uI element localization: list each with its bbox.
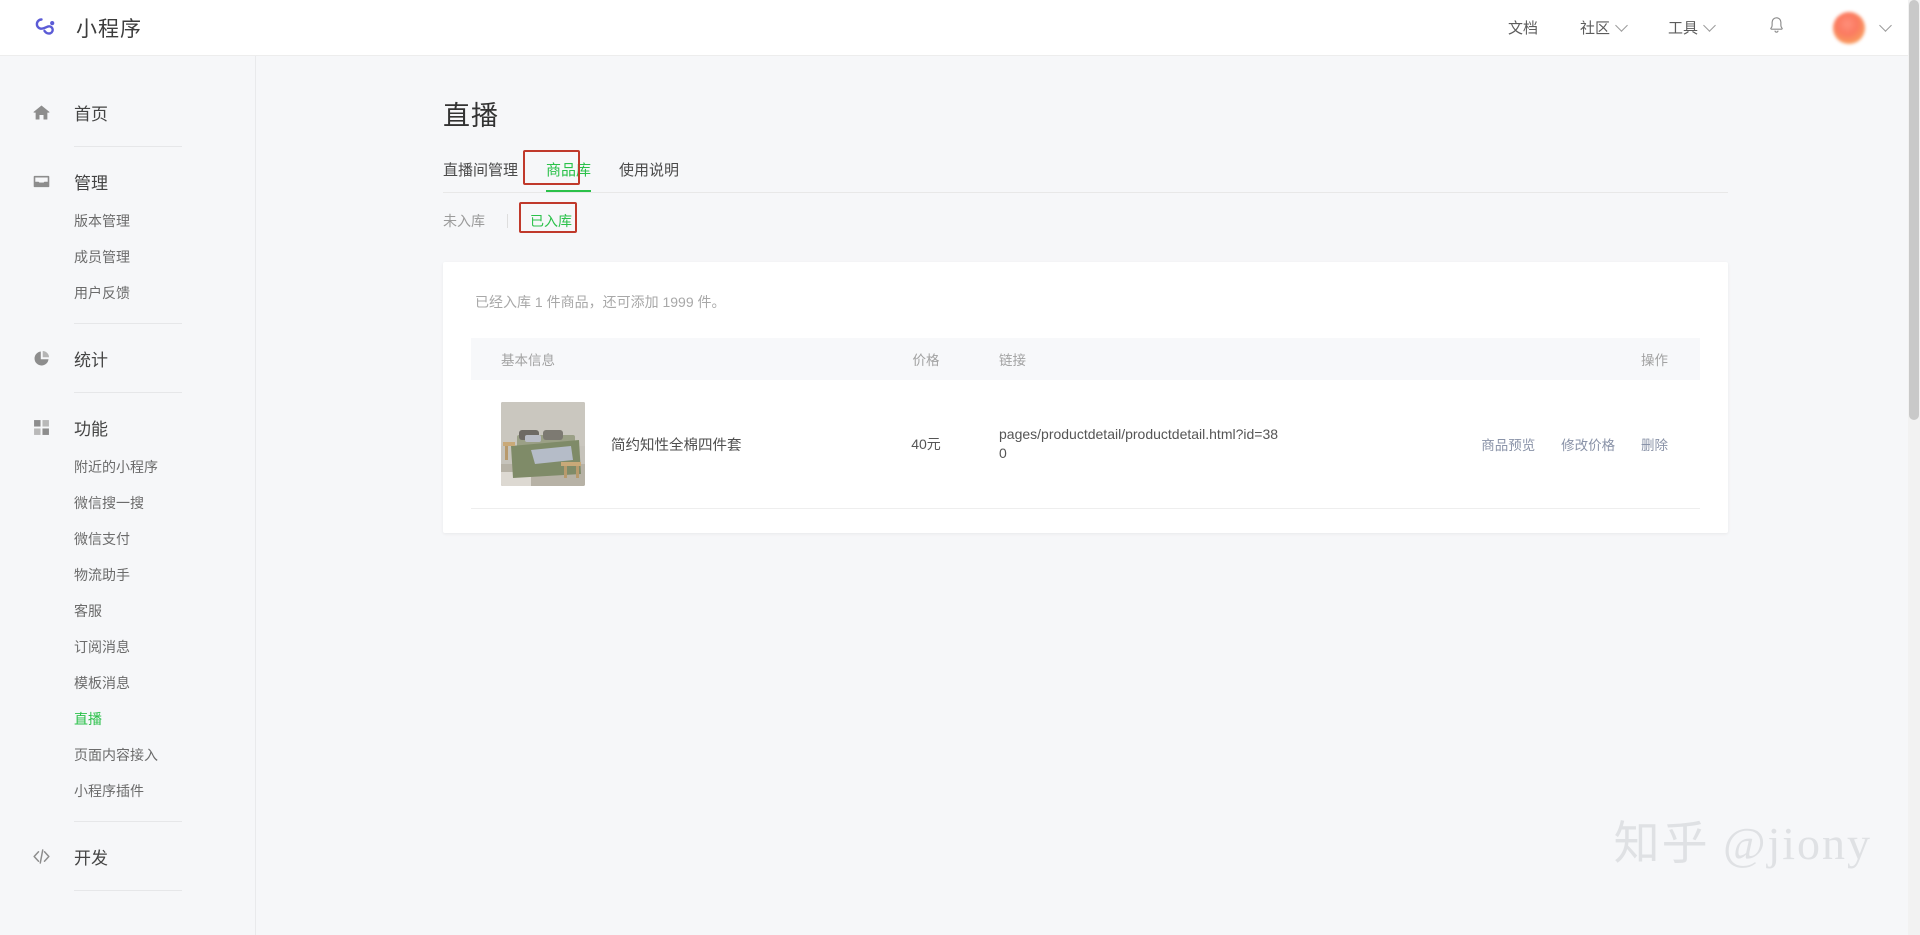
product-library-card: 已经入库 1 件商品，还可添加 1999 件。 基本信息 价格 链接 操作 — [443, 262, 1728, 533]
sidebar-subitem-member-manage[interactable]: 成员管理 — [0, 239, 255, 275]
notification-button[interactable] — [1766, 15, 1787, 41]
sidebar-divider — [74, 392, 182, 393]
sidebar-subitem-plugin[interactable]: 小程序插件 — [0, 773, 255, 809]
sidebar-group-manage: 管理 版本管理 成员管理 用户反馈 — [0, 159, 255, 324]
delete-link[interactable]: 删除 — [1641, 438, 1668, 453]
sidebar-item-features-label: 功能 — [74, 415, 108, 440]
subtab-not-stocked[interactable]: 未入库 — [443, 211, 485, 231]
subtab-stocked[interactable]: 已入库 — [530, 211, 572, 231]
sidebar-group-home: 首页 — [0, 90, 255, 147]
avatar — [1833, 12, 1865, 44]
watermark: 知乎 @jiony — [1614, 807, 1872, 873]
product-preview-link[interactable]: 商品预览 — [1481, 438, 1535, 453]
app-root: 小程序 文档 社区 工具 — [0, 0, 1920, 935]
sidebar: 首页 管理 版本管理 成员管理 用户反馈 — [0, 56, 256, 935]
bedroom-product-thumbnail[interactable] — [501, 402, 585, 486]
product-table: 基本信息 价格 链接 操作 — [471, 338, 1700, 509]
sidebar-item-develop-label: 开发 — [74, 844, 108, 869]
tab-live-room-manage[interactable]: 直播间管理 — [443, 159, 518, 191]
sub-tab-bar: 未入库 已入库 — [443, 208, 1728, 234]
user-menu[interactable] — [1833, 12, 1890, 44]
notification-bell-icon — [1766, 15, 1787, 41]
sidebar-subitem-logistics[interactable]: 物流助手 — [0, 557, 255, 593]
page-scrollbar-thumb[interactable] — [1909, 0, 1919, 420]
stock-summary-text: 已经入库 1 件商品，还可添加 1999 件。 — [475, 292, 1700, 312]
sidebar-subitem-page-content[interactable]: 页面内容接入 — [0, 737, 255, 773]
sidebar-subitem-version-manage[interactable]: 版本管理 — [0, 203, 255, 239]
table-row: 简约知性全棉四件套 40元 pages/productdetail/produc… — [471, 380, 1700, 509]
sidebar-subitem-search[interactable]: 微信搜一搜 — [0, 485, 255, 521]
code-icon — [30, 845, 52, 867]
tab-product-library[interactable]: 商品库 — [546, 159, 591, 191]
tab-usage-instructions[interactable]: 使用说明 — [619, 159, 679, 191]
page-title: 直播 — [443, 94, 1920, 133]
sidebar-item-features[interactable]: 功能 — [0, 405, 255, 449]
cell-basic-info: 简约知性全棉四件套 — [471, 380, 871, 509]
column-header-price: 价格 — [871, 338, 981, 380]
header-nav-community-label: 社区 — [1580, 17, 1610, 38]
header-nav-docs-label: 文档 — [1508, 17, 1538, 38]
sidebar-subitem-wechat-pay[interactable]: 微信支付 — [0, 521, 255, 557]
sidebar-subitem-nearby[interactable]: 附近的小程序 — [0, 449, 255, 485]
chevron-down-icon — [1615, 19, 1628, 32]
product-info: 简约知性全棉四件套 — [501, 402, 871, 486]
product-table-body: 简约知性全棉四件套 40元 pages/productdetail/produc… — [471, 380, 1700, 509]
tab-bar: 直播间管理 商品库 使用说明 — [443, 159, 1728, 193]
sidebar-group-stats: 统计 — [0, 336, 255, 393]
product-table-head: 基本信息 价格 链接 操作 — [471, 338, 1700, 380]
column-header-action: 操作 — [1281, 338, 1700, 380]
mini-program-logo-icon — [30, 11, 64, 45]
inbox-icon — [30, 170, 52, 192]
sidebar-subitem-user-feedback[interactable]: 用户反馈 — [0, 275, 255, 311]
column-header-basic-info: 基本信息 — [471, 338, 871, 380]
sidebar-divider — [74, 323, 182, 324]
main-content: 直播 直播间管理 商品库 使用说明 未入库 已入库 已经入库 1 件商品，还可添… — [256, 56, 1920, 935]
sidebar-item-home-label: 首页 — [74, 100, 108, 125]
edit-price-link[interactable]: 修改价格 — [1561, 438, 1615, 453]
header-nav-tools-label: 工具 — [1668, 17, 1698, 38]
sidebar-subitem-customer-service[interactable]: 客服 — [0, 593, 255, 629]
sidebar-divider — [74, 821, 182, 822]
chevron-down-icon — [1879, 19, 1892, 32]
sidebar-group-features: 功能 附近的小程序 微信搜一搜 微信支付 物流助手 客服 订阅消息 模板消息 直… — [0, 405, 255, 822]
page-scrollbar[interactable] — [1908, 0, 1920, 935]
sidebar-subitem-live[interactable]: 直播 — [0, 701, 255, 737]
top-header: 小程序 文档 社区 工具 — [0, 0, 1920, 56]
header-nav-docs[interactable]: 文档 — [1508, 17, 1538, 38]
brand-name: 小程序 — [76, 13, 142, 43]
home-icon — [30, 101, 52, 123]
chevron-down-icon — [1703, 19, 1716, 32]
sidebar-item-home[interactable]: 首页 — [0, 90, 255, 134]
header-nav-community[interactable]: 社区 — [1580, 17, 1626, 38]
sidebar-subitem-template-message[interactable]: 模板消息 — [0, 665, 255, 701]
sidebar-item-stats-label: 统计 — [74, 346, 108, 371]
sidebar-item-manage-label: 管理 — [74, 169, 108, 194]
brand[interactable]: 小程序 — [30, 11, 142, 45]
column-header-link: 链接 — [981, 338, 1281, 380]
sidebar-item-stats[interactable]: 统计 — [0, 336, 255, 380]
header-nav-tools[interactable]: 工具 — [1668, 17, 1714, 38]
sidebar-subitem-subscribe-message[interactable]: 订阅消息 — [0, 629, 255, 665]
cell-link: pages/productdetail/productdetail.html?i… — [981, 380, 1281, 509]
sidebar-divider — [74, 890, 182, 891]
grid-icon — [30, 416, 52, 438]
product-name: 简约知性全棉四件套 — [611, 434, 742, 455]
sidebar-divider — [74, 146, 182, 147]
sidebar-item-manage[interactable]: 管理 — [0, 159, 255, 203]
header-nav: 文档 社区 工具 — [1466, 12, 1890, 44]
sidebar-item-develop[interactable]: 开发 — [0, 834, 255, 878]
cell-price: 40元 — [871, 380, 981, 509]
cell-actions: 商品预览 修改价格 删除 — [1281, 380, 1700, 509]
pie-chart-icon — [30, 347, 52, 369]
table-header-row: 基本信息 价格 链接 操作 — [471, 338, 1700, 380]
sidebar-group-develop: 开发 — [0, 834, 255, 891]
subtab-separator — [507, 214, 508, 228]
